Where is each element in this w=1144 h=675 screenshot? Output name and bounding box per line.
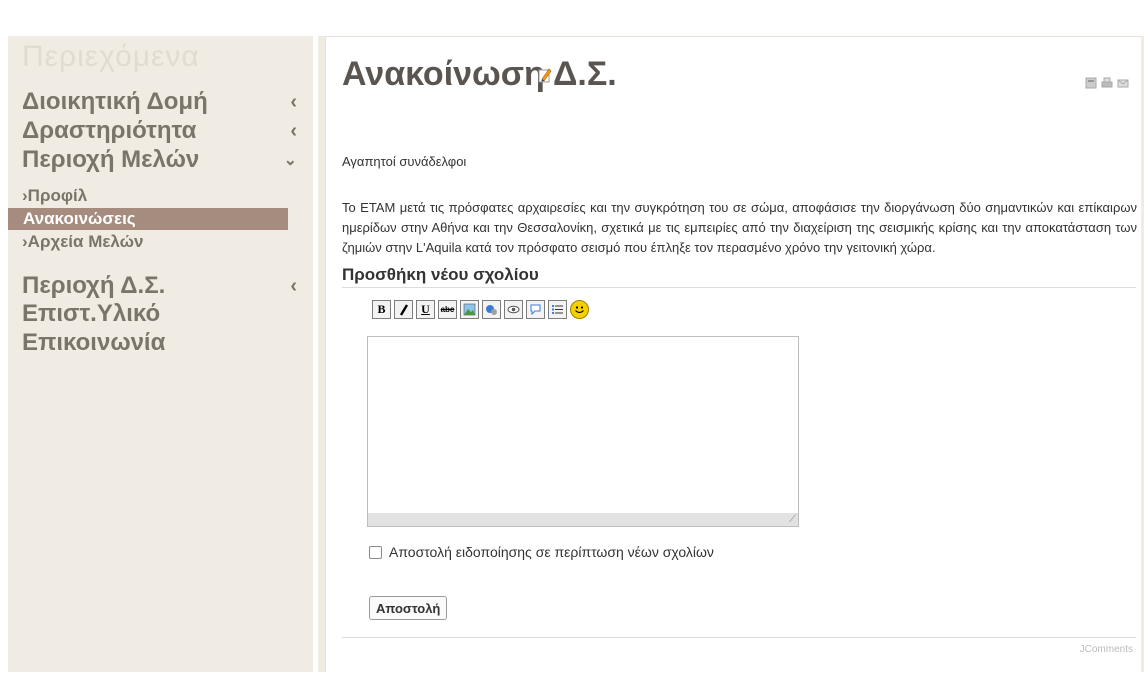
edit-icon[interactable] — [538, 67, 552, 83]
sidebar: Περιεχόμενα Διοικητική Δομή ‹ Δραστηριότ… — [8, 36, 313, 672]
pdf-icon[interactable] — [1085, 77, 1097, 89]
comment-textarea[interactable] — [367, 336, 799, 514]
underline-button[interactable]: U — [416, 300, 435, 319]
link-button[interactable] — [482, 300, 501, 319]
smiley-button[interactable] — [570, 300, 589, 319]
nav-item-label: Περιοχή Δ.Σ. — [22, 272, 166, 299]
email-icon[interactable] — [1117, 77, 1129, 89]
chevron-down-icon: ⌄ — [283, 152, 297, 169]
jcomments-credit[interactable]: JComments — [1080, 644, 1133, 655]
chevron-left-icon: ‹ — [290, 274, 297, 297]
bold-button[interactable]: B — [372, 300, 391, 319]
textarea-resize-bar[interactable]: ⟋ — [367, 513, 799, 527]
nav-item-contact[interactable]: Επικοινωνία — [22, 329, 165, 357]
chevron-left-icon: ‹ — [290, 90, 297, 113]
nav-item-activity[interactable]: Δραστηριότητα ‹ — [22, 117, 297, 145]
strikethrough-button[interactable]: abc — [438, 300, 457, 319]
nav-item-scientific-material[interactable]: Επιστ.Υλικό — [22, 300, 160, 328]
resize-grip-icon[interactable]: ⟋ — [789, 514, 796, 525]
subitem-member-files[interactable]: ›Αρχεία Μελών — [22, 232, 144, 252]
hide-button[interactable] — [504, 300, 523, 319]
nav-item-board-area[interactable]: Περιοχή Δ.Σ. ‹ — [22, 272, 297, 300]
nav-item-label: Δραστηριότητα — [22, 117, 197, 144]
quote-button[interactable] — [526, 300, 545, 319]
list-button[interactable] — [548, 300, 567, 319]
main-content: Ανακοίνωση Δ.Σ. Αγαπητοί συνάδελφοι Το Ε… — [325, 36, 1141, 672]
list-icon — [552, 305, 563, 314]
image-icon — [463, 303, 476, 316]
notify-option: Αποστολή ειδοποίησης σε περίπτωση νέων σ… — [369, 544, 714, 560]
nav-item-label: Διοικητική Δομή — [22, 88, 208, 115]
smiley-icon — [575, 306, 584, 313]
italic-icon — [399, 303, 408, 316]
divider — [342, 637, 1136, 638]
subitem-profile[interactable]: ›Προφίλ — [22, 186, 87, 206]
italic-button[interactable] — [394, 300, 413, 319]
page-title: Ανακοίνωση Δ.Σ. — [342, 55, 617, 93]
notify-checkbox[interactable] — [369, 545, 382, 559]
divider — [342, 287, 1136, 288]
article-actions — [1085, 77, 1129, 89]
article-body: Το ΕΤΑΜ μετά τις πρόσφατες αρχαιρεσίες κ… — [342, 200, 1137, 255]
notify-label: Αποστολή ειδοποίησης σε περίπτωση νέων σ… — [389, 544, 714, 560]
article-greeting: Αγαπητοί συνάδελφοι — [342, 154, 467, 169]
link-icon — [486, 305, 497, 315]
editor-toolbar: B U abc — [372, 300, 589, 319]
eye-icon — [507, 305, 520, 314]
comment-heading: Προσθήκη νέου σχολίου — [342, 265, 539, 284]
nav-item-administration[interactable]: Διοικητική Δομή ‹ — [22, 88, 297, 116]
print-icon[interactable] — [1101, 77, 1113, 89]
sidebar-title: Περιεχόμενα — [22, 40, 200, 73]
subitem-announcements[interactable]: Ανακοινώσεις — [8, 208, 288, 230]
image-button[interactable] — [460, 300, 479, 319]
quote-icon — [530, 304, 541, 316]
nav-item-label: Περιοχή Μελών — [22, 146, 200, 173]
submit-button[interactable]: Αποστολή — [369, 596, 448, 620]
chevron-left-icon: ‹ — [290, 119, 297, 142]
nav-item-members-area[interactable]: Περιοχή Μελών ⌄ — [22, 146, 297, 174]
